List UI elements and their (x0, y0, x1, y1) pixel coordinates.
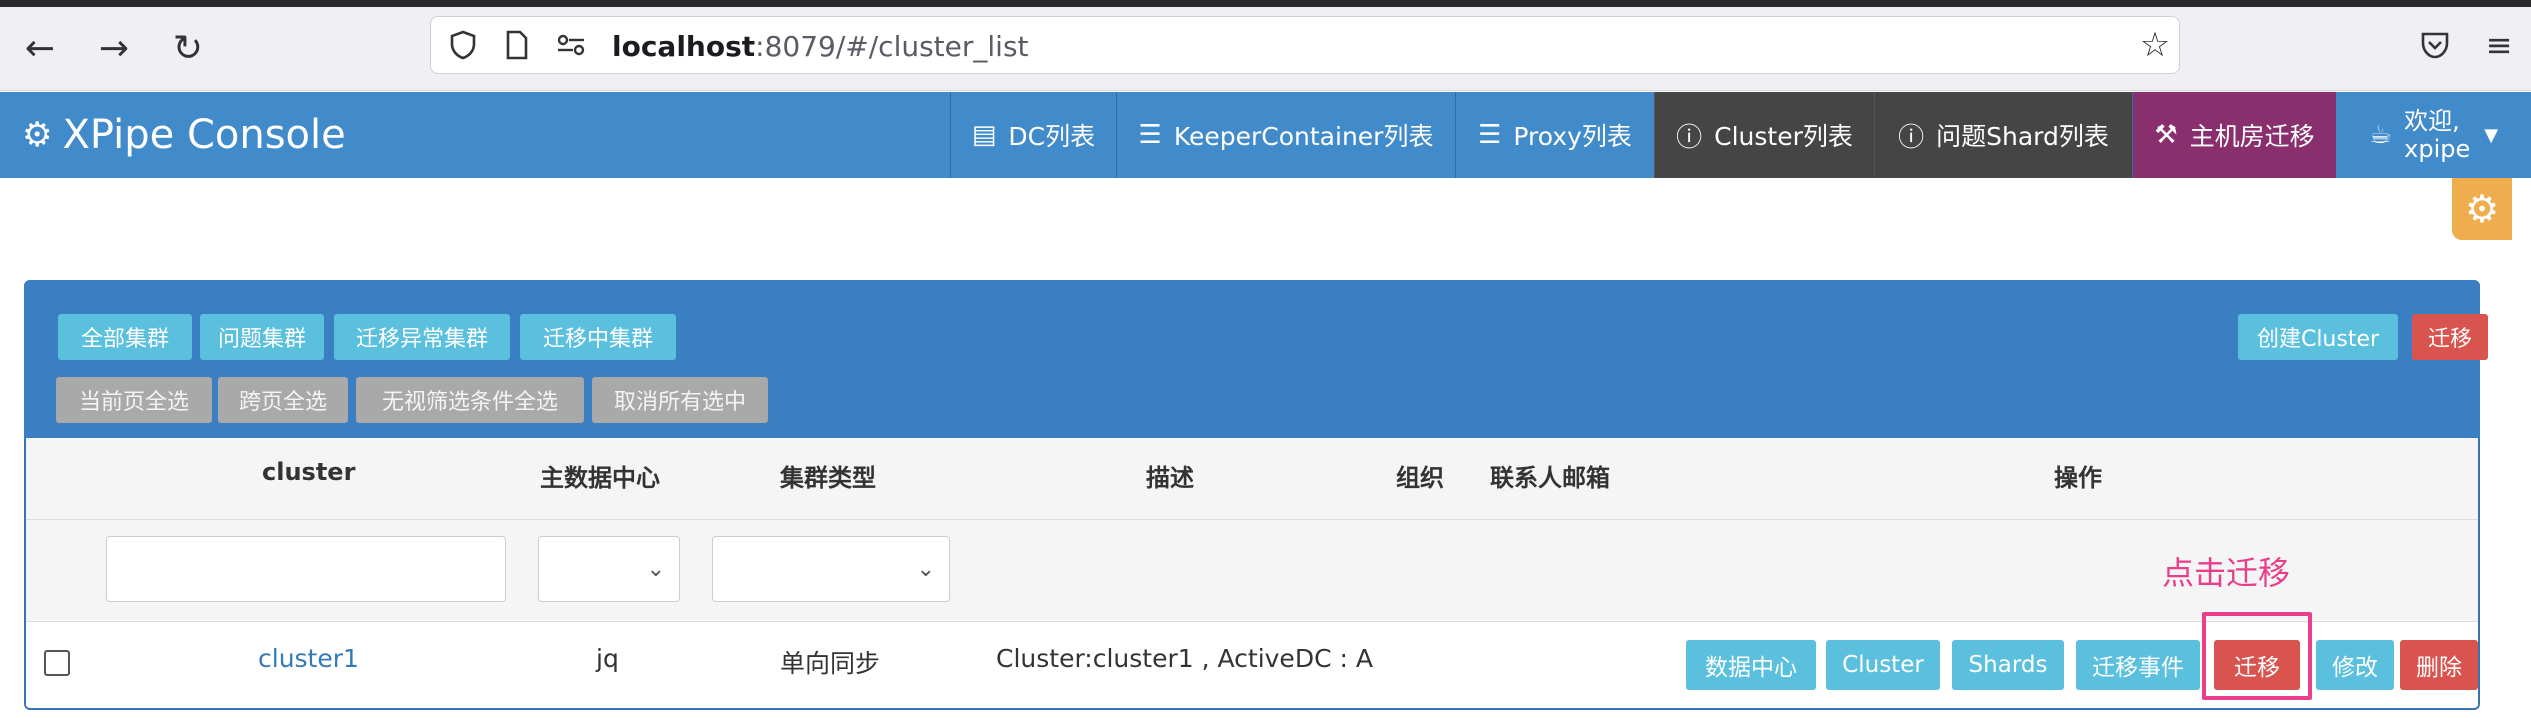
menu-icon[interactable]: ≡ (2482, 26, 2516, 64)
row-delete-button[interactable]: 删除 (2400, 640, 2478, 690)
table-header-row (26, 438, 2478, 520)
chevron-down-icon: ⌄ (916, 557, 935, 582)
info-icon: ⓘ (1898, 122, 1925, 153)
row-dc-button[interactable]: 数据中心 (1686, 640, 1816, 690)
row-shards-button[interactable]: Shards (1952, 640, 2064, 690)
cell-description: Cluster:cluster1 , ActiveDC : A (996, 644, 1373, 673)
header-contact-email[interactable]: 联系人邮箱 (1490, 458, 1610, 493)
window-top-strip (0, 0, 2531, 7)
select-current-page-button[interactable]: 当前页全选 (56, 377, 212, 423)
nav-cluster-list[interactable]: ⓘ Cluster列表 (1654, 92, 1874, 178)
header-description[interactable]: 描述 (1146, 458, 1194, 493)
nav-dc-migration-label: 主机房迁移 (2189, 122, 2315, 151)
annotation-highlight-box (2202, 612, 2312, 700)
cluster-filter-input[interactable] (106, 536, 506, 602)
nav-cluster-list-label: Cluster列表 (1714, 122, 1853, 151)
chevron-down-icon: ⌄ (646, 557, 665, 582)
row-edit-button[interactable]: 修改 (2316, 640, 2394, 690)
nav-keepercontainer-list-label: KeeperContainer列表 (1173, 122, 1434, 151)
coffee-icon: ☕ (2368, 120, 2393, 150)
migrating-clusters-button[interactable]: 迁移中集群 (520, 314, 676, 360)
page-icon (500, 28, 534, 62)
caret-down-icon: ▼ (2484, 124, 2499, 146)
nav-proxy-list[interactable]: ☰ Proxy列表 (1455, 92, 1654, 178)
select-across-pages-button[interactable]: 跨页全选 (218, 377, 348, 423)
back-arrow-icon[interactable]: ← (14, 22, 66, 74)
nav-dc-migration[interactable]: ⚒ 主机房迁移 (2132, 92, 2336, 178)
settings-gear-icon[interactable]: ⚙ (2452, 178, 2512, 240)
bookmark-star-icon[interactable]: ☆ (2138, 25, 2172, 65)
list-icon: ☰ (1478, 120, 1502, 150)
user-menu[interactable]: ☕ 欢迎, xpipe ▼ (2336, 92, 2531, 178)
url-path: :8079/#/cluster_list (755, 30, 1029, 63)
brand[interactable]: ⚙ XPipe Console (22, 108, 346, 162)
deselect-all-button[interactable]: 取消所有选中 (592, 377, 768, 423)
welcome-text: 欢迎, xpipe (2404, 107, 2470, 163)
header-primary-dc[interactable]: 主数据中心 (540, 458, 660, 493)
row-checkbox[interactable] (44, 650, 70, 676)
nav-dc-list[interactable]: ▤ DC列表 (950, 92, 1116, 178)
header-cluster-type[interactable]: 集群类型 (780, 458, 876, 493)
shield-icon[interactable] (446, 28, 480, 62)
reload-icon[interactable]: ↻ (162, 22, 214, 74)
table-icon: ▤ (971, 120, 997, 150)
type-filter-select[interactable]: ⌄ (712, 536, 950, 602)
create-cluster-button[interactable]: 创建Cluster (2238, 314, 2398, 360)
row-migration-events-button[interactable]: 迁移事件 (2076, 640, 2200, 690)
header-cluster[interactable]: cluster (262, 458, 355, 486)
list-icon: ☰ (1138, 120, 1162, 150)
problem-clusters-button[interactable]: 问题集群 (200, 314, 324, 360)
cell-primary-dc: jq (596, 644, 619, 673)
brand-title: XPipe Console (62, 112, 346, 158)
header-actions: 操作 (2054, 464, 2102, 492)
cluster-name-link[interactable]: cluster1 (258, 644, 359, 673)
url-text[interactable]: localhost:8079/#/cluster_list (612, 30, 1029, 63)
nav-keepercontainer-list[interactable]: ☰ KeeperContainer列表 (1116, 92, 1455, 178)
migrate-button[interactable]: 迁移 (2412, 314, 2488, 360)
nav-dc-list-label: DC列表 (1008, 122, 1096, 151)
select-ignore-filters-button[interactable]: 无视筛选条件全选 (356, 377, 584, 423)
info-icon: ⓘ (1676, 122, 1703, 153)
annotation-click-migrate: 点击迁移 (2162, 554, 2291, 592)
dc-filter-select[interactable]: ⌄ (538, 536, 680, 602)
all-clusters-button[interactable]: 全部集群 (58, 314, 192, 360)
welcome-line2: xpipe (2404, 135, 2471, 163)
permissions-icon[interactable] (554, 28, 588, 62)
cell-cluster-type: 单向同步 (780, 649, 881, 678)
forward-arrow-icon[interactable]: → (88, 22, 140, 74)
gavel-icon: ⚒ (2154, 120, 2178, 150)
pocket-icon[interactable] (2418, 28, 2452, 62)
migration-error-clusters-button[interactable]: 迁移异常集群 (334, 314, 510, 360)
nav-problem-shard-list-label: 问题Shard列表 (1936, 122, 2109, 151)
cogs-icon: ⚙ (22, 115, 53, 155)
row-cluster-button[interactable]: Cluster (1826, 640, 1940, 690)
url-host: localhost (612, 30, 756, 63)
nav-proxy-list-label: Proxy列表 (1513, 122, 1632, 151)
header-org[interactable]: 组织 (1396, 458, 1444, 493)
nav-problem-shard-list[interactable]: ⓘ 问题Shard列表 (1874, 92, 2132, 178)
welcome-line1: 欢迎, (2404, 107, 2460, 135)
